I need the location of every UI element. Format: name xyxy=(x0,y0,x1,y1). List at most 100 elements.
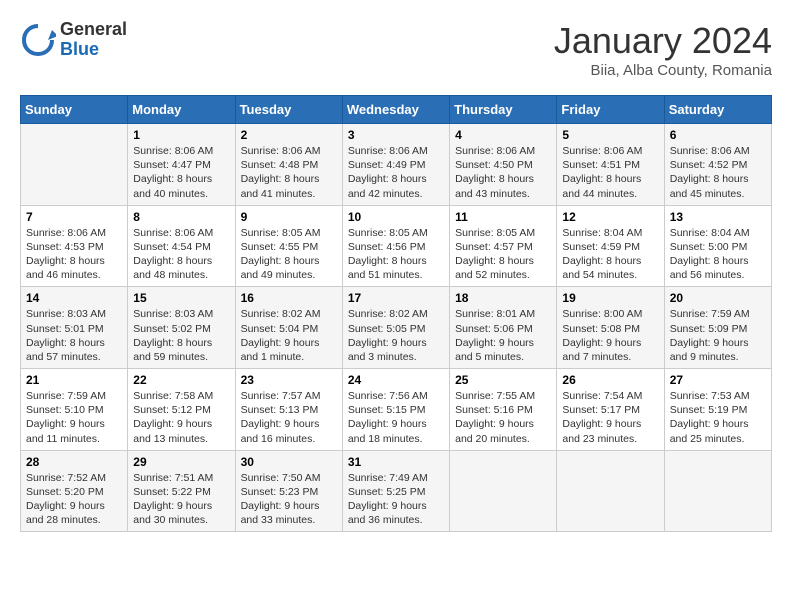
day-number: 3 xyxy=(348,128,444,142)
calendar-cell: 19 Sunrise: 8:00 AMSunset: 5:08 PMDayligh… xyxy=(557,287,664,369)
day-content: Sunrise: 7:55 AMSunset: 5:16 PMDaylight:… xyxy=(455,389,551,446)
day-content: Sunrise: 8:00 AMSunset: 5:08 PMDaylight:… xyxy=(562,307,658,364)
day-number: 13 xyxy=(670,210,766,224)
calendar-cell: 12Sunrise: 8:04 AMSunset: 4:59 PMDayligh… xyxy=(557,205,664,287)
weekday-header: Thursday xyxy=(450,96,557,124)
calendar-cell: 9 Sunrise: 8:05 AMSunset: 4:55 PMDaylight… xyxy=(235,205,342,287)
day-number: 8 xyxy=(133,210,229,224)
day-content: Sunrise: 7:59 AMSunset: 5:09 PMDaylight:… xyxy=(670,307,766,364)
logo-icon xyxy=(20,22,56,58)
calendar-cell: 27 Sunrise: 7:53 AMSunset: 5:19 PMDayligh… xyxy=(664,369,771,451)
day-number: 11 xyxy=(455,210,551,224)
day-number: 28 xyxy=(26,455,122,469)
day-number: 25 xyxy=(455,373,551,387)
day-content: Sunrise: 8:06 AMSunset: 4:53 PMDaylight:… xyxy=(26,226,122,283)
day-content: Sunrise: 8:06 AMSunset: 4:49 PMDaylight:… xyxy=(348,144,444,201)
day-content: Sunrise: 8:02 AMSunset: 5:04 PMDaylight:… xyxy=(241,307,337,364)
weekday-header: Friday xyxy=(557,96,664,124)
calendar-cell: 25 Sunrise: 7:55 AMSunset: 5:16 PMDayligh… xyxy=(450,369,557,451)
day-content: Sunrise: 8:03 AMSunset: 5:01 PMDaylight:… xyxy=(26,307,122,364)
day-content: Sunrise: 7:58 AMSunset: 5:12 PMDaylight:… xyxy=(133,389,229,446)
title-area: January 2024 Biia, Alba County, Romania xyxy=(554,20,772,79)
calendar-week-row: 7Sunrise: 8:06 AMSunset: 4:53 PMDaylight… xyxy=(21,205,772,287)
day-content: Sunrise: 7:52 AMSunset: 5:20 PMDaylight:… xyxy=(26,471,122,528)
day-number: 9 xyxy=(241,210,337,224)
day-content: Sunrise: 7:57 AMSunset: 5:13 PMDaylight:… xyxy=(241,389,337,446)
calendar-cell xyxy=(664,450,771,532)
calendar-cell: 30 Sunrise: 7:50 AMSunset: 5:23 PMDayligh… xyxy=(235,450,342,532)
calendar-cell: 20 Sunrise: 7:59 AMSunset: 5:09 PMDayligh… xyxy=(664,287,771,369)
day-number: 24 xyxy=(348,373,444,387)
day-content: Sunrise: 8:01 AMSunset: 5:06 PMDaylight:… xyxy=(455,307,551,364)
day-content: Sunrise: 8:04 AMSunset: 4:59 PMDaylight:… xyxy=(562,226,658,283)
day-content: Sunrise: 8:06 AMSunset: 4:54 PMDaylight:… xyxy=(133,226,229,283)
day-number: 1 xyxy=(133,128,229,142)
calendar-cell: 22 Sunrise: 7:58 AMSunset: 5:12 PMDayligh… xyxy=(128,369,235,451)
day-number: 14 xyxy=(26,291,122,305)
day-content: Sunrise: 7:49 AMSunset: 5:25 PMDaylight:… xyxy=(348,471,444,528)
calendar-cell: 31 Sunrise: 7:49 AMSunset: 5:25 PMDayligh… xyxy=(342,450,449,532)
calendar-cell: 21Sunrise: 7:59 AMSunset: 5:10 PMDayligh… xyxy=(21,369,128,451)
calendar-cell: 18 Sunrise: 8:01 AMSunset: 5:06 PMDayligh… xyxy=(450,287,557,369)
day-content: Sunrise: 7:50 AMSunset: 5:23 PMDaylight:… xyxy=(241,471,337,528)
calendar-cell: 15 Sunrise: 8:03 AMSunset: 5:02 PMDayligh… xyxy=(128,287,235,369)
calendar-cell: 4Sunrise: 8:06 AMSunset: 4:50 PMDaylight… xyxy=(450,124,557,206)
calendar-cell: 29 Sunrise: 7:51 AMSunset: 5:22 PMDayligh… xyxy=(128,450,235,532)
logo-blue: Blue xyxy=(60,40,127,60)
day-number: 6 xyxy=(670,128,766,142)
day-number: 31 xyxy=(348,455,444,469)
calendar-table: SundayMondayTuesdayWednesdayThursdayFrid… xyxy=(20,95,772,532)
calendar-week-row: 28 Sunrise: 7:52 AMSunset: 5:20 PMDayligh… xyxy=(21,450,772,532)
calendar-cell: 16 Sunrise: 8:02 AMSunset: 5:04 PMDayligh… xyxy=(235,287,342,369)
calendar-cell: 8 Sunrise: 8:06 AMSunset: 4:54 PMDaylight… xyxy=(128,205,235,287)
calendar-cell: 2 Sunrise: 8:06 AMSunset: 4:48 PMDaylight… xyxy=(235,124,342,206)
logo: General Blue xyxy=(20,20,127,60)
weekday-header: Monday xyxy=(128,96,235,124)
weekday-header: Saturday xyxy=(664,96,771,124)
day-number: 30 xyxy=(241,455,337,469)
calendar-body: 1Sunrise: 8:06 AMSunset: 4:47 PMDaylight… xyxy=(21,124,772,532)
calendar-cell: 11 Sunrise: 8:05 AMSunset: 4:57 PMDayligh… xyxy=(450,205,557,287)
calendar-cell: 17Sunrise: 8:02 AMSunset: 5:05 PMDayligh… xyxy=(342,287,449,369)
calendar-week-row: 14 Sunrise: 8:03 AMSunset: 5:01 PMDayligh… xyxy=(21,287,772,369)
day-content: Sunrise: 8:03 AMSunset: 5:02 PMDaylight:… xyxy=(133,307,229,364)
calendar-cell xyxy=(557,450,664,532)
day-content: Sunrise: 7:51 AMSunset: 5:22 PMDaylight:… xyxy=(133,471,229,528)
day-content: Sunrise: 7:59 AMSunset: 5:10 PMDaylight:… xyxy=(26,389,122,446)
calendar-cell: 5Sunrise: 8:06 AMSunset: 4:51 PMDaylight… xyxy=(557,124,664,206)
weekday-header: Tuesday xyxy=(235,96,342,124)
day-content: Sunrise: 7:56 AMSunset: 5:15 PMDaylight:… xyxy=(348,389,444,446)
calendar-cell: 24 Sunrise: 7:56 AMSunset: 5:15 PMDayligh… xyxy=(342,369,449,451)
day-content: Sunrise: 8:04 AMSunset: 5:00 PMDaylight:… xyxy=(670,226,766,283)
day-number: 17 xyxy=(348,291,444,305)
day-content: Sunrise: 8:05 AMSunset: 4:56 PMDaylight:… xyxy=(348,226,444,283)
day-content: Sunrise: 7:53 AMSunset: 5:19 PMDaylight:… xyxy=(670,389,766,446)
day-number: 19 xyxy=(562,291,658,305)
day-number: 15 xyxy=(133,291,229,305)
calendar-cell xyxy=(21,124,128,206)
day-number: 2 xyxy=(241,128,337,142)
calendar-cell: 14 Sunrise: 8:03 AMSunset: 5:01 PMDayligh… xyxy=(21,287,128,369)
location-subtitle: Biia, Alba County, Romania xyxy=(554,62,772,79)
calendar-cell: 10 Sunrise: 8:05 AMSunset: 4:56 PMDayligh… xyxy=(342,205,449,287)
day-number: 29 xyxy=(133,455,229,469)
logo-text: General Blue xyxy=(60,20,127,60)
calendar-cell: 1Sunrise: 8:06 AMSunset: 4:47 PMDaylight… xyxy=(128,124,235,206)
day-content: Sunrise: 7:54 AMSunset: 5:17 PMDaylight:… xyxy=(562,389,658,446)
calendar-header-row: SundayMondayTuesdayWednesdayThursdayFrid… xyxy=(21,96,772,124)
calendar-cell: 7Sunrise: 8:06 AMSunset: 4:53 PMDaylight… xyxy=(21,205,128,287)
day-number: 26 xyxy=(562,373,658,387)
day-number: 27 xyxy=(670,373,766,387)
day-content: Sunrise: 8:06 AMSunset: 4:51 PMDaylight:… xyxy=(562,144,658,201)
day-number: 18 xyxy=(455,291,551,305)
logo-general: General xyxy=(60,20,127,40)
day-content: Sunrise: 8:06 AMSunset: 4:48 PMDaylight:… xyxy=(241,144,337,201)
day-number: 20 xyxy=(670,291,766,305)
calendar-cell: 3 Sunrise: 8:06 AMSunset: 4:49 PMDaylight… xyxy=(342,124,449,206)
day-content: Sunrise: 8:05 AMSunset: 4:55 PMDaylight:… xyxy=(241,226,337,283)
day-number: 22 xyxy=(133,373,229,387)
day-content: Sunrise: 8:05 AMSunset: 4:57 PMDaylight:… xyxy=(455,226,551,283)
day-number: 16 xyxy=(241,291,337,305)
day-content: Sunrise: 8:06 AMSunset: 4:50 PMDaylight:… xyxy=(455,144,551,201)
day-number: 10 xyxy=(348,210,444,224)
